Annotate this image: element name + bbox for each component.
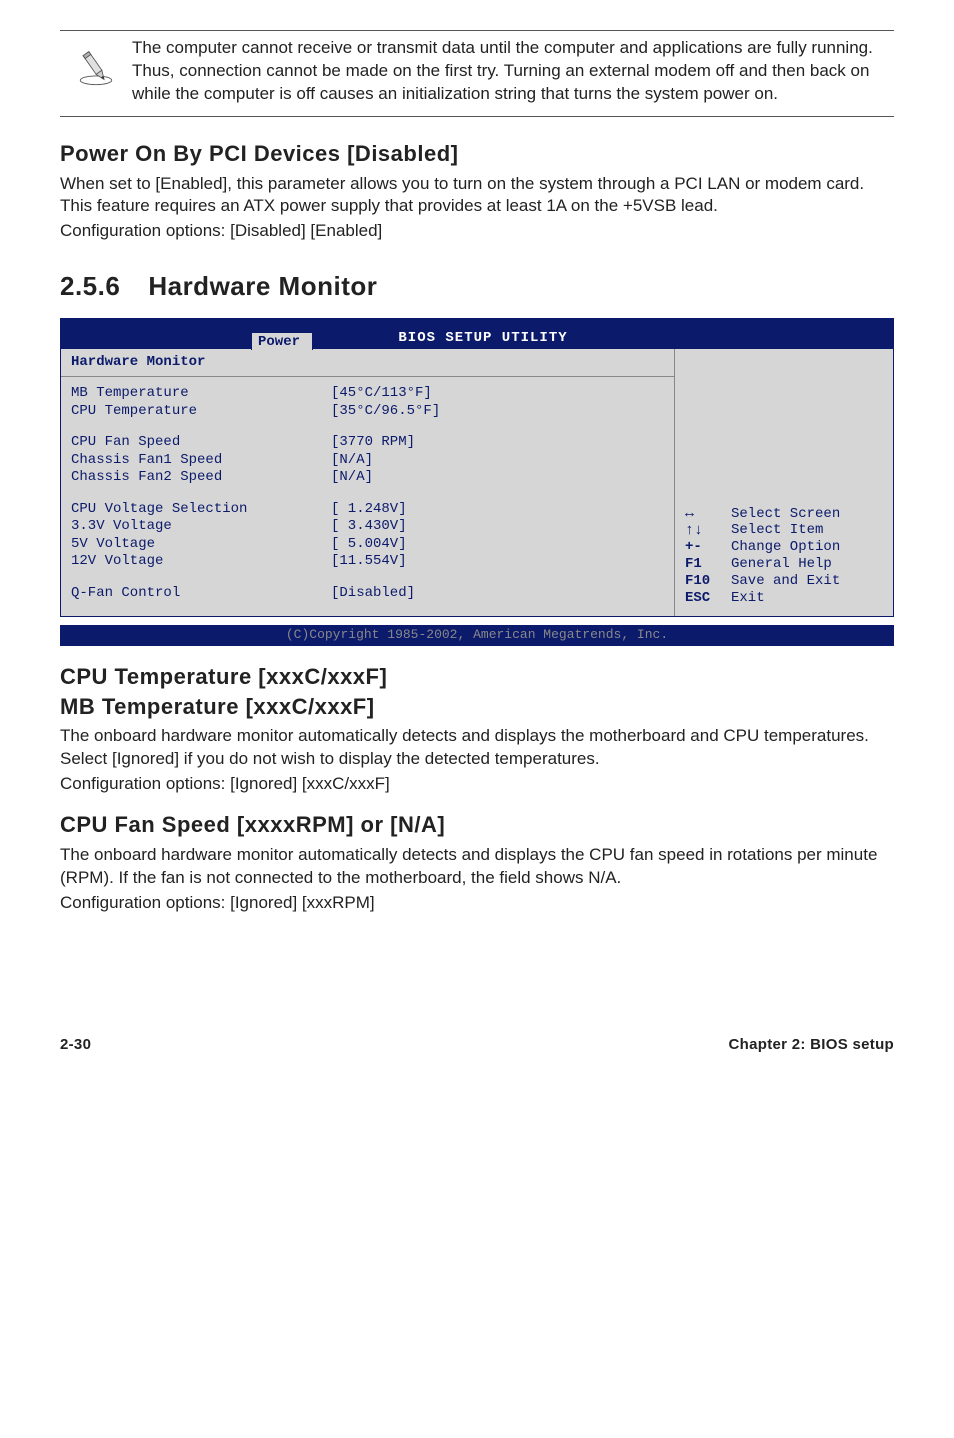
bios-row[interactable]: CPU Fan Speed[3770 RPM] bbox=[61, 434, 674, 452]
help-row: ESCExit bbox=[685, 590, 883, 607]
cpu-fan-body: The onboard hardware monitor automatical… bbox=[60, 844, 894, 890]
bios-left-pane: Hardware Monitor MB Temperature[45°C/113… bbox=[61, 349, 675, 616]
help-text: General Help bbox=[731, 556, 883, 573]
cpu-temp-body: The onboard hardware monitor automatical… bbox=[60, 725, 894, 771]
pencil-note-icon bbox=[75, 47, 117, 89]
note-text: The computer cannot receive or transmit … bbox=[132, 37, 894, 106]
bios-row-label: CPU Voltage Selection bbox=[71, 501, 331, 519]
help-key: ESC bbox=[685, 590, 731, 607]
page-number: 2-30 bbox=[60, 1035, 91, 1055]
cpu-temp-config: Configuration options: [Ignored] [xxxC/x… bbox=[60, 773, 894, 796]
help-text: Change Option bbox=[731, 539, 883, 556]
cpu-temp-block: The onboard hardware monitor automatical… bbox=[60, 725, 894, 796]
note-icon-cell bbox=[60, 37, 132, 106]
help-row: ↔Select Screen bbox=[685, 506, 883, 523]
power-on-body: When set to [Enabled], this parameter al… bbox=[60, 173, 894, 219]
page-footer: 2-30 Chapter 2: BIOS setup bbox=[60, 1035, 894, 1055]
bios-row[interactable]: MB Temperature[45°C/113°F] bbox=[61, 385, 674, 403]
note-box: The computer cannot receive or transmit … bbox=[60, 30, 894, 117]
bios-row[interactable]: Chassis Fan2 Speed[N/A] bbox=[61, 469, 674, 487]
bios-row-value: [ 5.004V] bbox=[331, 536, 664, 554]
bios-row-value: [45°C/113°F] bbox=[331, 385, 664, 403]
section-number: 2.5.6 bbox=[60, 269, 120, 304]
bios-row-label: CPU Temperature bbox=[71, 403, 331, 421]
left-right-arrow-icon: ↔ bbox=[685, 506, 731, 523]
bios-tab-power[interactable]: Power bbox=[251, 332, 313, 350]
bios-row[interactable]: Chassis Fan1 Speed[N/A] bbox=[61, 452, 674, 470]
bios-row-value: [N/A] bbox=[331, 452, 664, 470]
bios-row-label: Q-Fan Control bbox=[71, 585, 331, 603]
cpu-fan-block: The onboard hardware monitor automatical… bbox=[60, 844, 894, 915]
bios-copyright: (C)Copyright 1985-2002, American Megatre… bbox=[60, 625, 894, 646]
bios-row-value: [35°C/96.5°F] bbox=[331, 403, 664, 421]
bios-row-label: MB Temperature bbox=[71, 385, 331, 403]
help-row: F10Save and Exit bbox=[685, 573, 883, 590]
section-heading: 2.5.6 Hardware Monitor bbox=[60, 269, 894, 304]
bios-row-value: [11.554V] bbox=[331, 553, 664, 571]
help-row: ↑↓Select Item bbox=[685, 522, 883, 539]
help-text: Exit bbox=[731, 590, 883, 607]
help-text: Select Screen bbox=[731, 506, 883, 523]
bios-row[interactable]: 5V Voltage[ 5.004V] bbox=[61, 536, 674, 554]
chapter-title: Chapter 2: BIOS setup bbox=[729, 1035, 895, 1055]
bios-row-value: [ 3.430V] bbox=[331, 518, 664, 536]
help-text: Save and Exit bbox=[731, 573, 883, 590]
bios-row[interactable]: 12V Voltage[11.554V] bbox=[61, 553, 674, 571]
bios-row-value: [ 1.248V] bbox=[331, 501, 664, 519]
section-title: Hardware Monitor bbox=[148, 271, 377, 301]
help-row: F1General Help bbox=[685, 556, 883, 573]
heading-cpu-fan: CPU Fan Speed [xxxxRPM] or [N/A] bbox=[60, 810, 894, 840]
help-key: F10 bbox=[685, 573, 731, 590]
bios-row-label: 3.3V Voltage bbox=[71, 518, 331, 536]
bios-row[interactable]: CPU Temperature[35°C/96.5°F] bbox=[61, 403, 674, 421]
bios-row[interactable]: CPU Voltage Selection[ 1.248V] bbox=[61, 501, 674, 519]
bios-row-value: [Disabled] bbox=[331, 585, 664, 603]
power-on-config: Configuration options: [Disabled] [Enabl… bbox=[60, 220, 894, 243]
help-row: +-Change Option bbox=[685, 539, 883, 556]
bios-row-label: 5V Voltage bbox=[71, 536, 331, 554]
bios-titlebar: Power BIOS SETUP UTILITY bbox=[61, 319, 893, 349]
bios-row-label: CPU Fan Speed bbox=[71, 434, 331, 452]
bios-panel: Power BIOS SETUP UTILITY Hardware Monito… bbox=[60, 318, 894, 617]
bios-row-label: Chassis Fan1 Speed bbox=[71, 452, 331, 470]
bios-row-value: [3770 RPM] bbox=[331, 434, 664, 452]
up-down-arrow-icon: ↑↓ bbox=[685, 522, 731, 539]
bios-row-label: Chassis Fan2 Speed bbox=[71, 469, 331, 487]
heading-mb-temp: MB Temperature [xxxC/xxxF] bbox=[60, 692, 894, 722]
help-text: Select Item bbox=[731, 522, 883, 539]
cpu-fan-config: Configuration options: [Ignored] [xxxRPM… bbox=[60, 892, 894, 915]
bios-row[interactable]: Q-Fan Control[Disabled] bbox=[61, 585, 674, 603]
help-key: +- bbox=[685, 539, 731, 556]
bios-help-pane: ↔Select Screen ↑↓Select Item +-Change Op… bbox=[675, 349, 893, 616]
bios-title: BIOS SETUP UTILITY bbox=[313, 329, 653, 350]
bios-subheading: Hardware Monitor bbox=[61, 349, 674, 377]
bios-row[interactable]: 3.3V Voltage[ 3.430V] bbox=[61, 518, 674, 536]
heading-power-on: Power On By PCI Devices [Disabled] bbox=[60, 139, 894, 169]
help-key: F1 bbox=[685, 556, 731, 573]
bios-row-value: [N/A] bbox=[331, 469, 664, 487]
bios-row-label: 12V Voltage bbox=[71, 553, 331, 571]
heading-cpu-temp: CPU Temperature [xxxC/xxxF] bbox=[60, 662, 894, 692]
power-on-block: When set to [Enabled], this parameter al… bbox=[60, 173, 894, 244]
